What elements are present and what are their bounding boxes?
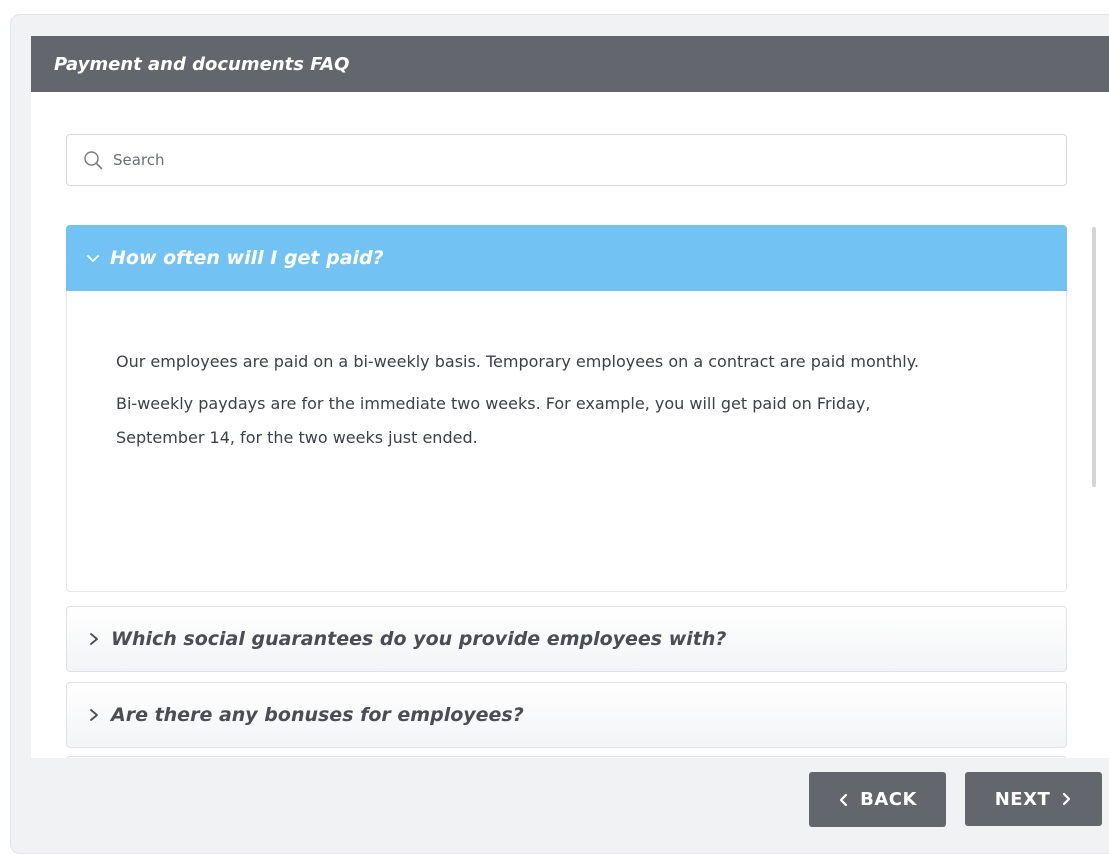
faq-question: Which social guarantees do you provide e… — [111, 628, 727, 650]
search-icon — [84, 151, 103, 170]
chevron-right-icon — [90, 709, 98, 721]
faq-answer-paragraph: Bi-weekly paydays are for the immediate … — [116, 394, 871, 447]
faq-item-collapsed[interactable]: Are there any bonuses for employees? — [66, 682, 1067, 748]
faq-question: Are there any bonuses for employees? — [111, 704, 524, 726]
slide-title: Payment and documents FAQ — [54, 53, 350, 75]
faq-answer-paragraph: Our employees are paid on a bi-weekly ba… — [116, 352, 920, 371]
chevron-right-icon — [90, 633, 98, 645]
next-button[interactable]: NEXT — [965, 772, 1102, 826]
next-button-label: NEXT — [994, 788, 1051, 810]
faq-answer: Our employees are paid on a bi-weekly ba… — [66, 291, 1067, 592]
back-button-label: BACK — [860, 789, 917, 810]
faq-question-toggle[interactable]: Are there any bonuses for employees? — [67, 683, 1066, 747]
search-input[interactable] — [111, 150, 1015, 170]
faq-question: How often will I get paid? — [110, 247, 384, 269]
scrollbar-thumb[interactable] — [1092, 227, 1096, 487]
chevron-down-icon — [87, 255, 99, 262]
back-button[interactable]: BACK — [809, 772, 946, 827]
faq-item-partial[interactable] — [66, 756, 1067, 758]
faq-question-toggle[interactable]: Which social guarantees do you provide e… — [67, 607, 1066, 671]
chevron-right-icon — [1063, 792, 1071, 806]
search-box[interactable] — [66, 134, 1067, 186]
faq-question-toggle[interactable]: How often will I get paid? — [66, 225, 1067, 291]
faq-panel: How often will I get paid? Our employees… — [31, 92, 1109, 758]
slide-header: Payment and documents FAQ — [31, 36, 1109, 92]
faq-item-collapsed[interactable]: Which social guarantees do you provide e… — [66, 606, 1067, 672]
faq-item-expanded: How often will I get paid? Our employees… — [66, 225, 1067, 592]
chevron-left-icon — [839, 793, 848, 806]
